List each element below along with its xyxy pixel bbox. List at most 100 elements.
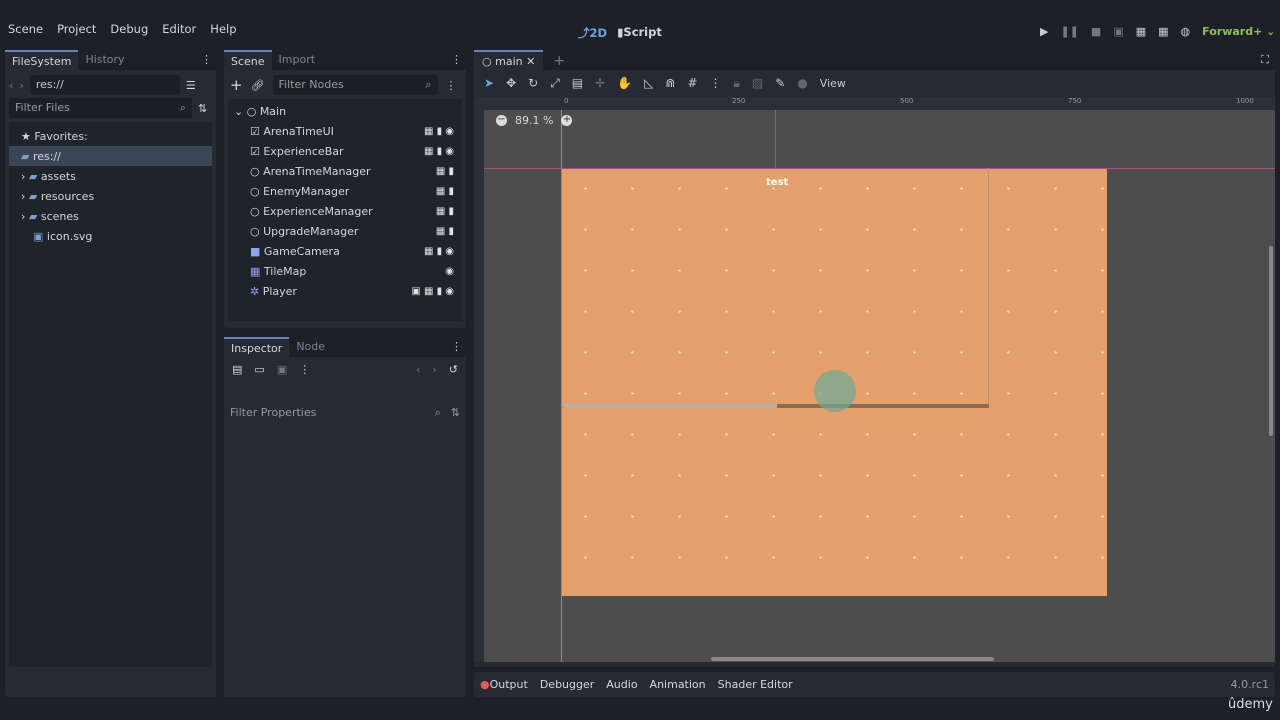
menu-scene[interactable]: Scene bbox=[8, 22, 43, 36]
menu-help[interactable]: Help bbox=[210, 22, 236, 36]
node-status-icons[interactable]: ▦ ▮ bbox=[436, 226, 454, 237]
node-status-icons[interactable]: ▦ ▮ bbox=[436, 166, 454, 177]
tab-history[interactable]: History bbox=[78, 50, 131, 70]
tree-node[interactable]: ○ ArenaTimeManager ▦ ▮ bbox=[228, 161, 462, 181]
filter-files-input[interactable]: Filter Files ⌕ bbox=[9, 98, 192, 118]
forward-icon[interactable]: › bbox=[19, 79, 23, 92]
workspace-2d[interactable]: ⤴2D bbox=[578, 25, 607, 41]
tab-filesystem[interactable]: FileSystem bbox=[5, 50, 79, 70]
renderer-select[interactable]: Forward+ ⌄ bbox=[1202, 25, 1275, 38]
zoom-out-icon[interactable]: − bbox=[496, 115, 507, 126]
pivot-tool-icon[interactable]: ✛ bbox=[595, 76, 605, 90]
back-icon[interactable]: ‹ bbox=[9, 79, 13, 92]
node-status-icons[interactable]: ▦ ▮ ◉ bbox=[424, 146, 454, 157]
tab-output[interactable]: ●Output bbox=[480, 678, 528, 691]
play-scene-icon[interactable]: ▦ bbox=[1136, 25, 1146, 38]
history-back-icon[interactable]: ‹ bbox=[416, 363, 420, 376]
workspace-script[interactable]: ▮Script bbox=[617, 25, 662, 41]
folder-assets[interactable]: › ▰ assets bbox=[9, 166, 212, 186]
node-status-icons[interactable]: ▣ ▦ ▮ ◉ bbox=[411, 286, 454, 297]
toggle-split-icon[interactable]: ☰ bbox=[186, 79, 196, 92]
filter-properties-input[interactable]: Filter Properties bbox=[230, 406, 316, 420]
node-status-icons[interactable]: ▦ ▮ bbox=[436, 186, 454, 197]
tab-node[interactable]: Node bbox=[289, 337, 332, 357]
distraction-free-icon[interactable]: ⛶ bbox=[1255, 50, 1275, 70]
file-icon-svg[interactable]: ▣ icon.svg bbox=[9, 226, 212, 246]
select-tool-icon[interactable]: ➤ bbox=[484, 76, 494, 90]
filter-nodes-input[interactable]: Filter Nodes ⌕ bbox=[272, 75, 438, 95]
close-icon[interactable]: ✕ bbox=[526, 55, 535, 68]
node-status-icons[interactable]: ▦ ▮ ◉ bbox=[424, 126, 454, 137]
tree-node[interactable]: ☑ ExperienceBar ▦ ▮ ◉ bbox=[228, 141, 462, 161]
path-field[interactable]: res:// bbox=[29, 75, 180, 95]
group-icon[interactable]: ▨ bbox=[752, 76, 763, 90]
history-icon[interactable]: ↺ bbox=[449, 363, 458, 376]
folder-scenes[interactable]: › ▰ scenes bbox=[9, 206, 212, 226]
tab-scene[interactable]: Scene bbox=[224, 50, 272, 70]
history-forward-icon[interactable]: › bbox=[432, 363, 436, 376]
bone-icon[interactable]: ✎ bbox=[775, 76, 785, 90]
tree-node[interactable]: ○ EnemyManager ▦ ▮ bbox=[228, 181, 462, 201]
canvas[interactable]: test − 89.1 % + bbox=[484, 110, 1275, 662]
vertical-scrollbar[interactable] bbox=[1269, 246, 1273, 436]
sort-icon[interactable]: ⇅ bbox=[198, 102, 207, 115]
node-status-icons[interactable]: ▦ ▮ ◉ bbox=[424, 246, 454, 257]
add-node-icon[interactable]: + bbox=[230, 76, 243, 94]
rotate-tool-icon[interactable]: ↻ bbox=[528, 76, 538, 90]
dock-menu-icon[interactable]: ⋮ bbox=[197, 50, 216, 70]
menu-editor[interactable]: Editor bbox=[162, 22, 196, 36]
movie-maker-icon[interactable]: ◍ bbox=[1181, 25, 1191, 38]
snap-options-icon[interactable]: ⋮ bbox=[710, 76, 722, 90]
tab-shader-editor[interactable]: Shader Editor bbox=[718, 678, 793, 691]
list-select-icon[interactable]: ▤ bbox=[572, 76, 583, 90]
pause-icon[interactable]: ❚❚ bbox=[1060, 25, 1078, 38]
add-tab-icon[interactable]: + bbox=[543, 50, 575, 70]
menu-project[interactable]: Project bbox=[57, 22, 96, 36]
filter-options-icon[interactable]: ⇅ bbox=[451, 406, 460, 420]
new-resource-icon[interactable]: ▤ bbox=[232, 363, 242, 376]
tree-node[interactable]: ✲ Player ▣ ▦ ▮ ◉ bbox=[228, 281, 462, 301]
grid-snap-icon[interactable]: # bbox=[687, 76, 697, 90]
link-icon[interactable]: 🔗︎ bbox=[251, 79, 265, 92]
tree-node[interactable]: ▦ TileMap ◉ bbox=[228, 261, 462, 281]
node-status-icons[interactable]: ◉ bbox=[445, 266, 454, 277]
dock-menu-icon[interactable]: ⋮ bbox=[447, 50, 466, 70]
tree-node[interactable]: ☑ ArenaTimeUI ▦ ▮ ◉ bbox=[228, 121, 462, 141]
tab-animation[interactable]: Animation bbox=[650, 678, 706, 691]
folder-resources[interactable]: › ▰ resources bbox=[9, 186, 212, 206]
move-tool-icon[interactable]: ✥ bbox=[506, 76, 516, 90]
node-status-icons[interactable]: ▦ ▮ bbox=[436, 206, 454, 217]
camera-override-icon[interactable]: ● bbox=[797, 76, 807, 90]
scene-menu-icon[interactable]: ⋮ bbox=[446, 79, 457, 92]
smart-snap-icon[interactable]: ⋒ bbox=[665, 76, 675, 90]
ruler-tool-icon[interactable]: ◺ bbox=[644, 76, 653, 90]
more-icon[interactable]: ⋮ bbox=[299, 363, 310, 376]
pan-tool-icon[interactable]: ✋ bbox=[617, 76, 632, 90]
menu-debug[interactable]: Debug bbox=[110, 22, 148, 36]
horizontal-scrollbar[interactable] bbox=[711, 657, 994, 661]
tab-debugger[interactable]: Debugger bbox=[540, 678, 594, 691]
remote-debug-icon[interactable]: ▣ bbox=[1113, 25, 1123, 38]
lock-icon[interactable]: 🔒︎ bbox=[734, 76, 740, 91]
play-icon[interactable]: ▶ bbox=[1040, 25, 1048, 38]
tree-node[interactable]: ○ UpgradeManager ▦ ▮ bbox=[228, 221, 462, 241]
tab-import[interactable]: Import bbox=[272, 50, 323, 70]
stop-icon[interactable]: ■ bbox=[1091, 25, 1101, 38]
scene-tab-main[interactable]: ○ main ✕ bbox=[474, 50, 544, 70]
view-menu[interactable]: View bbox=[820, 77, 846, 90]
open-icon[interactable]: ▭ bbox=[254, 363, 264, 376]
zoom-in-icon[interactable]: + bbox=[561, 115, 573, 126]
play-custom-scene-icon[interactable]: ▦ bbox=[1158, 25, 1168, 38]
tree-node[interactable]: ■ GameCamera ▦ ▮ ◉ bbox=[228, 241, 462, 261]
zoom-level[interactable]: 89.1 % bbox=[515, 114, 553, 127]
favorites-item[interactable]: ★ Favorites: bbox=[9, 126, 212, 146]
folder-res[interactable]: ▰ res:// bbox=[9, 146, 212, 166]
tab-audio[interactable]: Audio bbox=[606, 678, 637, 691]
dock-menu-icon[interactable]: ⋮ bbox=[447, 337, 466, 357]
save-icon[interactable]: ▣ bbox=[277, 363, 287, 376]
tree-node[interactable]: ○ ExperienceManager ▦ ▮ bbox=[228, 201, 462, 221]
player-sprite[interactable] bbox=[814, 370, 856, 412]
tab-inspector[interactable]: Inspector bbox=[224, 337, 290, 357]
tree-node-main[interactable]: ⌄ ○ Main bbox=[228, 101, 462, 121]
scale-tool-icon[interactable]: ⤢ bbox=[550, 76, 560, 91]
